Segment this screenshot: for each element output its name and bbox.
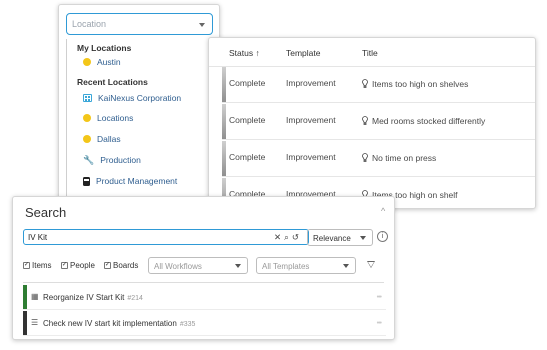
search-result-row[interactable]: ☰ Check new IV start kit implementation #…: [23, 311, 386, 336]
location-placeholder: Location: [72, 19, 107, 29]
list-icon: ☰: [31, 318, 39, 327]
more-options-icon[interactable]: •••: [377, 294, 382, 301]
checkbox-checked-icon: ✓: [61, 262, 68, 269]
location-item-label: Austin: [97, 57, 121, 67]
templates-placeholder: All Templates: [262, 262, 310, 271]
search-panel: Search ^ IV Kit ✕⌕↺ Relevance i ✓ Items …: [12, 196, 395, 340]
chevron-down-icon[interactable]: [199, 23, 205, 27]
info-icon[interactable]: i: [377, 231, 388, 242]
sort-value: Relevance: [313, 234, 351, 243]
location-item-kainexus[interactable]: KaiNexus Corporation: [83, 93, 181, 103]
chevron-down-icon: [235, 264, 241, 268]
result-id: #214: [127, 295, 143, 302]
filter-items-label: Items: [32, 261, 52, 270]
location-item-label: Locations: [97, 113, 134, 123]
location-item-product-management[interactable]: Product Management: [83, 176, 177, 186]
template-cell: Improvement: [286, 78, 336, 88]
status-bar: [23, 285, 27, 309]
workflows-select[interactable]: All Workflows: [148, 257, 248, 274]
search-title: Search: [25, 205, 67, 220]
search-input[interactable]: IV Kit ✕⌕↺: [23, 229, 309, 245]
status-cell: Complete: [229, 152, 266, 162]
location-item-production[interactable]: 🔧 Production: [83, 155, 141, 165]
column-header-title[interactable]: Title: [362, 48, 378, 58]
search-query: IV Kit: [28, 233, 48, 242]
location-list: My Locations Austin Recent Locations Kai…: [66, 39, 213, 208]
status-cell: Complete: [229, 78, 266, 88]
column-header-status[interactable]: Status ↑: [229, 48, 260, 58]
search-icon[interactable]: ⌕: [284, 232, 292, 242]
filter-people-label: People: [70, 261, 95, 270]
template-cell: Improvement: [286, 115, 336, 125]
clear-icon[interactable]: ✕: [274, 232, 284, 242]
templates-select[interactable]: All Templates: [256, 257, 356, 274]
table-row[interactable]: Complete Improvement Items too high on s…: [222, 67, 535, 103]
filter-boards-checkbox[interactable]: ✓ Boards: [104, 261, 138, 270]
result-text: Reorganize IV Start Kit #214: [43, 293, 143, 302]
yellow-dot-icon: [83, 58, 91, 66]
wrench-icon: 🔧: [83, 154, 95, 165]
history-icon[interactable]: ↺: [292, 232, 302, 242]
divider: [23, 282, 384, 283]
filter-items-checkbox[interactable]: ✓ Items: [23, 261, 52, 270]
location-item-dallas[interactable]: Dallas: [83, 134, 121, 144]
lightbulb-icon: [362, 153, 368, 162]
title-text: Med rooms stocked differently: [372, 116, 486, 126]
location-item-label: KaiNexus Corporation: [98, 93, 182, 103]
filter-people-checkbox[interactable]: ✓ People: [61, 261, 95, 270]
status-bar: [222, 141, 226, 176]
my-locations-heading: My Locations: [77, 43, 132, 53]
search-result-row[interactable]: ▦ Reorganize IV Start Kit #214 •••: [23, 285, 386, 310]
status-table-panel: Status ↑ Template Title Complete Improve…: [208, 37, 536, 209]
location-item-austin[interactable]: Austin: [83, 57, 121, 67]
building-icon: [83, 94, 92, 102]
status-bar: [222, 67, 226, 102]
location-item-label: Production: [100, 155, 141, 165]
result-text: Check new IV start kit implementation #33…: [43, 319, 195, 328]
table-row[interactable]: Complete Improvement No time on press: [222, 141, 535, 177]
column-header-template[interactable]: Template: [286, 48, 321, 58]
yellow-dot-icon: [83, 135, 91, 143]
title-text: Items too high on shelves: [372, 79, 469, 89]
yellow-dot-icon: [83, 114, 91, 122]
chevron-down-icon: [360, 236, 366, 240]
status-bar: [23, 311, 27, 335]
lightbulb-icon: [362, 79, 368, 88]
title-cell: No time on press: [362, 152, 436, 163]
template-cell: Improvement: [286, 152, 336, 162]
result-title: Reorganize IV Start Kit: [43, 293, 125, 302]
location-input[interactable]: Location: [66, 13, 213, 35]
table-icon: ▦: [31, 292, 39, 301]
status-bar: [222, 104, 226, 139]
checkbox-checked-icon: ✓: [104, 262, 111, 269]
result-title: Check new IV start kit implementation: [43, 319, 177, 328]
location-item-locations[interactable]: Locations: [83, 113, 133, 123]
title-cell: Items too high on shelves: [362, 78, 468, 89]
bus-icon: [83, 176, 90, 186]
location-item-label: Dallas: [97, 134, 121, 144]
checkbox-checked-icon: ✓: [23, 262, 30, 269]
filter-icon[interactable]: [367, 261, 375, 268]
title-text: No time on press: [372, 153, 437, 163]
lightbulb-icon: [362, 116, 368, 125]
title-cell: Med rooms stocked differently: [362, 115, 485, 126]
chevron-down-icon: [343, 264, 349, 268]
result-id: #335: [179, 321, 196, 328]
location-item-label: Product Management: [96, 176, 178, 186]
filter-boards-label: Boards: [113, 261, 139, 270]
chevron-up-icon[interactable]: ^: [381, 206, 385, 216]
more-options-icon[interactable]: •••: [377, 320, 382, 327]
recent-locations-heading: Recent Locations: [77, 77, 148, 87]
sort-select[interactable]: Relevance: [307, 229, 373, 246]
location-dropdown-panel: Location My Locations Austin Recent Loca…: [58, 4, 220, 209]
workflows-placeholder: All Workflows: [154, 262, 202, 271]
status-cell: Complete: [229, 115, 266, 125]
table-row[interactable]: Complete Improvement Med rooms stocked d…: [222, 104, 535, 140]
